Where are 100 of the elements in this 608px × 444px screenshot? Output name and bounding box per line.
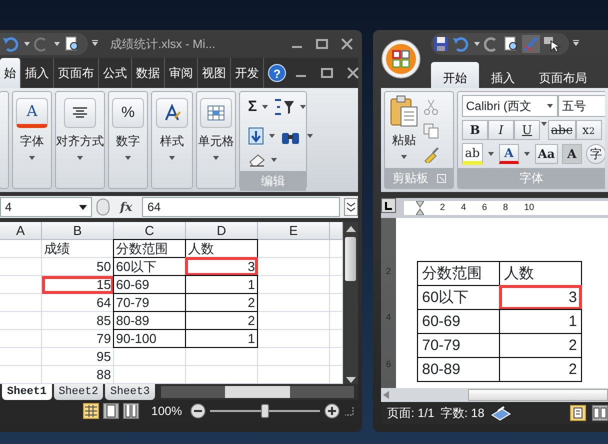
print-preview-icon[interactable] (503, 36, 519, 52)
column-header[interactable]: B (42, 222, 114, 240)
caret-icon[interactable] (23, 40, 31, 48)
table-cell: 3 (185, 257, 258, 276)
eraser-icon[interactable] (248, 152, 266, 166)
autosum-button[interactable]: Σ (248, 96, 258, 118)
view-button[interactable] (592, 405, 608, 421)
expand-icon[interactable] (344, 198, 358, 216)
zoom-in-icon[interactable] (324, 403, 340, 419)
style-button[interactable] (156, 98, 188, 128)
align-button[interactable] (64, 98, 96, 128)
caret-icon[interactable] (306, 132, 314, 140)
circle-button[interactable]: 字 (586, 144, 605, 164)
customize-caret-icon[interactable] (91, 40, 99, 48)
scissors-icon[interactable] (423, 99, 439, 115)
ribbon-tab[interactable]: 页面布局 (527, 62, 599, 88)
caret-icon[interactable] (168, 154, 176, 162)
case-button[interactable]: Aa (534, 144, 558, 164)
view-button[interactable] (570, 405, 586, 421)
font-button[interactable]: A (16, 98, 48, 128)
vertical-scrollbar[interactable] (343, 222, 358, 384)
group-label[interactable]: 样式 (160, 132, 184, 150)
view-button[interactable] (103, 403, 120, 419)
paste-button[interactable]: 粘贴 (392, 131, 416, 149)
customize-caret-icon[interactable] (572, 40, 580, 48)
horizontal-scrollbar[interactable] (381, 388, 608, 402)
group-label[interactable]: 数字 (116, 132, 140, 150)
font-size-field[interactable]: 五号 (558, 95, 605, 117)
shade-button[interactable]: A (562, 144, 582, 164)
tab-selector-icon[interactable] (381, 198, 396, 213)
caret-icon[interactable] (522, 150, 531, 158)
table-icon[interactable] (207, 104, 225, 122)
caret-icon[interactable] (53, 40, 61, 48)
sheet-tab[interactable]: Sheet1 (2, 384, 52, 400)
column-header[interactable]: D (186, 222, 258, 240)
office-logo-button[interactable] (381, 39, 421, 79)
number-button[interactable]: % (112, 98, 144, 128)
undo-icon[interactable] (2, 36, 20, 52)
table-cell: 人数 (499, 261, 582, 286)
group-label[interactable]: 字体 (20, 132, 44, 150)
name-box[interactable]: 4 (0, 197, 92, 217)
save-icon[interactable] (433, 36, 449, 52)
caret-icon[interactable] (261, 103, 270, 112)
align-center-icon[interactable] (72, 106, 88, 120)
zoom-level[interactable]: 100% (151, 402, 182, 420)
caret-icon[interactable] (124, 154, 132, 162)
caret-icon[interactable] (486, 150, 495, 158)
view-button[interactable] (83, 403, 100, 419)
caret-icon[interactable] (546, 102, 554, 110)
sheet-tab[interactable]: Sheet3 (105, 384, 155, 400)
caret-icon[interactable] (473, 40, 481, 48)
sub-button[interactable]: x$_{2}$ (576, 120, 602, 140)
italic-button[interactable]: I (488, 120, 514, 140)
format-painter-icon[interactable] (423, 147, 441, 163)
scroll-up-icon[interactable] (346, 225, 356, 233)
view-button[interactable] (123, 403, 140, 419)
copy-icon[interactable] (423, 123, 439, 139)
caret-icon[interactable] (76, 154, 84, 162)
formula-field[interactable]: 64 (142, 197, 340, 217)
group-label[interactable]: 对齐方式 (56, 132, 104, 150)
page-count[interactable]: 页面: 1/1 (387, 404, 434, 422)
caret-icon[interactable] (268, 132, 276, 140)
clipboard-icon[interactable] (389, 95, 419, 127)
color-button[interactable]: A (498, 144, 519, 164)
caret-icon[interactable] (212, 154, 220, 162)
dropdown-caret-icon[interactable] (79, 203, 87, 211)
pointer-icon[interactable] (543, 36, 561, 52)
zoom-out-icon[interactable] (190, 403, 206, 419)
highlight-button[interactable]: ab (462, 143, 483, 165)
scroll-thumb[interactable] (468, 389, 608, 401)
bold-button[interactable]: B (462, 120, 488, 140)
sheet-tab[interactable]: Sheet2 (54, 384, 104, 400)
style-icon[interactable] (163, 104, 181, 122)
scroll-thumb[interactable] (224, 386, 290, 398)
caret-icon[interactable] (299, 103, 308, 112)
column-header[interactable]: C (114, 222, 186, 240)
horizontal-scrollbar[interactable] (160, 386, 354, 398)
indent-marker-icon[interactable] (416, 201, 424, 215)
help-button[interactable]: ? (268, 64, 286, 82)
fill-down-icon[interactable] (248, 126, 264, 144)
sort-filter-icon[interactable] (273, 98, 296, 116)
insert-function-button[interactable]: fx (120, 198, 132, 216)
column-header[interactable]: A (0, 222, 42, 240)
caret-icon[interactable] (400, 153, 408, 161)
column-header[interactable]: E (258, 222, 330, 240)
caret-icon[interactable] (270, 156, 278, 164)
ribbon-tab[interactable]: 始 (0, 58, 21, 88)
scroll-thumb[interactable] (345, 237, 356, 281)
zoom-slider-thumb[interactable] (261, 404, 269, 418)
underline-button[interactable]: U (514, 120, 540, 140)
word-count[interactable]: 字数: 18 (440, 404, 484, 422)
ribbon-tab[interactable]: 开始 (431, 62, 479, 88)
print-preview-icon[interactable] (64, 36, 80, 52)
ribbon-tab[interactable]: 插入 (479, 62, 527, 88)
strike-button[interactable]: abc (548, 120, 576, 140)
cells-button[interactable] (200, 98, 232, 128)
caret-icon[interactable] (28, 154, 36, 162)
caret-icon[interactable] (540, 120, 548, 128)
group-label[interactable]: 单元格 (198, 132, 234, 150)
font-name-field[interactable]: Calibri (西文 (462, 95, 558, 117)
